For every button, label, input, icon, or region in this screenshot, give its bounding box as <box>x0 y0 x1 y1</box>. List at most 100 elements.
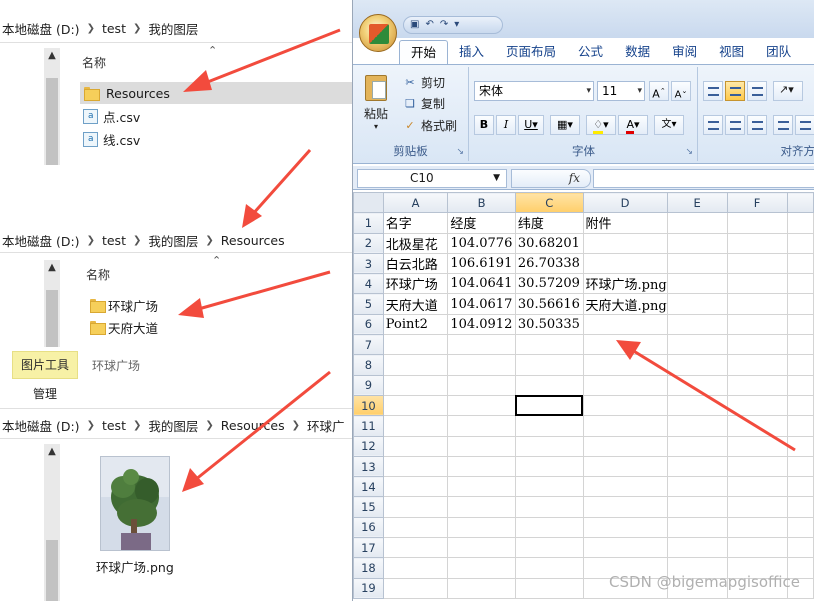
cell[interactable]: 环球广场 <box>382 273 449 295</box>
cut-button[interactable]: ✂ 剪切 <box>403 73 445 91</box>
redo-icon[interactable]: ↷ <box>440 17 448 33</box>
row-header[interactable]: 8 <box>353 354 384 376</box>
cell[interactable] <box>786 374 814 396</box>
cell[interactable] <box>382 516 449 539</box>
active-cell[interactable] <box>514 394 584 417</box>
cell[interactable] <box>514 496 584 518</box>
list-item[interactable]: 环球广场 <box>86 294 346 316</box>
breadcrumb-item[interactable]: test <box>102 21 126 36</box>
cell[interactable] <box>447 415 516 437</box>
cell[interactable] <box>726 496 788 518</box>
breadcrumb-item[interactable]: 环球广 <box>307 416 345 435</box>
cell[interactable] <box>726 415 788 437</box>
cell[interactable]: 附件 <box>582 212 668 234</box>
cell[interactable] <box>726 334 788 356</box>
cell[interactable]: 26.70338 <box>514 252 584 275</box>
formula-input[interactable] <box>593 169 814 188</box>
vertical-scrollbar[interactable]: ▲ <box>44 48 60 165</box>
ribbon-tab-manage[interactable]: 管理 <box>12 381 78 407</box>
cell[interactable] <box>582 313 668 336</box>
grow-font-button[interactable]: A⌃ <box>649 81 669 101</box>
cell[interactable] <box>447 557 516 579</box>
borders-button[interactable]: ▦▾ <box>550 115 580 135</box>
cell[interactable] <box>582 476 668 498</box>
cell[interactable] <box>382 374 449 396</box>
cell[interactable] <box>786 435 814 457</box>
cell[interactable] <box>666 252 728 275</box>
cell[interactable] <box>726 374 788 396</box>
cell[interactable] <box>447 577 516 599</box>
row-header[interactable]: 15 <box>353 496 384 518</box>
cell[interactable] <box>666 516 728 539</box>
cell[interactable] <box>786 415 814 437</box>
tab-review[interactable]: 审阅 <box>661 40 708 64</box>
cell[interactable] <box>786 476 814 498</box>
cell[interactable] <box>726 293 788 315</box>
cell[interactable]: 天府大道.png <box>582 293 668 315</box>
image-thumbnail[interactable] <box>100 456 170 551</box>
row-header[interactable]: 9 <box>353 374 384 396</box>
cell[interactable] <box>582 232 668 254</box>
cell[interactable] <box>382 334 449 356</box>
cell[interactable] <box>666 496 728 518</box>
office-button[interactable] <box>359 14 397 52</box>
breadcrumb-item[interactable]: test <box>102 233 126 248</box>
row-header[interactable]: 11 <box>353 415 384 437</box>
cell[interactable] <box>382 435 449 457</box>
cell[interactable]: 30.57209 <box>514 273 584 295</box>
cell[interactable] <box>514 455 584 478</box>
align-middle-button[interactable] <box>725 81 745 101</box>
cell[interactable] <box>514 415 584 437</box>
breadcrumb[interactable]: 本地磁盘 (D:) ❯ test ❯ 我的图层 <box>2 18 198 38</box>
fill-color-button[interactable]: ♢▾ <box>586 115 616 135</box>
phonetic-button[interactable]: 文▾ <box>654 115 684 135</box>
cell[interactable] <box>447 476 516 498</box>
breadcrumb-item[interactable]: 我的图层 <box>148 231 198 250</box>
scroll-up-icon[interactable]: ▲ <box>44 260 60 276</box>
column-header-name[interactable]: 名称 <box>82 54 106 71</box>
dialog-launcher-icon[interactable]: ↘ <box>456 147 464 157</box>
cell[interactable] <box>726 212 788 234</box>
cell[interactable] <box>514 354 584 376</box>
scroll-up-icon[interactable]: ▲ <box>44 48 60 64</box>
cell[interactable] <box>666 415 728 437</box>
column-header[interactable]: E <box>666 191 728 214</box>
cell[interactable] <box>726 354 788 376</box>
row-header[interactable]: 16 <box>353 516 384 539</box>
font-color-button[interactable]: A▾ <box>618 115 648 135</box>
cell[interactable] <box>786 273 814 295</box>
cell[interactable] <box>382 394 449 417</box>
cell[interactable] <box>666 293 728 315</box>
cell[interactable] <box>666 394 728 417</box>
cell[interactable] <box>447 496 516 518</box>
cell[interactable]: 北极星花 <box>382 232 449 254</box>
column-header-name[interactable]: 名称 <box>86 266 110 283</box>
cell[interactable]: 白云北路 <box>382 252 449 275</box>
cell[interactable] <box>786 496 814 518</box>
breadcrumb-item[interactable]: 我的图层 <box>148 19 198 38</box>
cell[interactable] <box>726 476 788 498</box>
row-header[interactable]: 13 <box>353 455 384 478</box>
cell[interactable] <box>514 476 584 498</box>
orientation-button[interactable]: ↗▾ <box>773 81 803 101</box>
cell[interactable] <box>382 577 449 599</box>
save-icon[interactable]: ▣ <box>410 17 419 33</box>
list-item[interactable]: 天府大道 <box>86 316 346 338</box>
cell[interactable]: 30.50335 <box>514 313 584 336</box>
cell[interactable] <box>666 232 728 254</box>
cell[interactable] <box>786 354 814 376</box>
breadcrumb-item[interactable]: test <box>102 418 126 433</box>
cell[interactable] <box>666 455 728 478</box>
column-header[interactable]: F <box>726 191 788 214</box>
cell[interactable] <box>726 455 788 478</box>
cell[interactable] <box>582 415 668 437</box>
cell[interactable] <box>726 516 788 539</box>
row-header[interactable]: 1 <box>353 212 384 234</box>
cell[interactable] <box>786 455 814 478</box>
row-header[interactable]: 10 <box>353 394 384 417</box>
cell[interactable]: 环球广场.png <box>582 273 668 295</box>
vertical-scrollbar[interactable]: ▲ <box>44 260 60 347</box>
cell[interactable] <box>447 334 516 356</box>
column-header[interactable]: D <box>582 191 668 214</box>
align-left-button[interactable] <box>703 115 723 135</box>
